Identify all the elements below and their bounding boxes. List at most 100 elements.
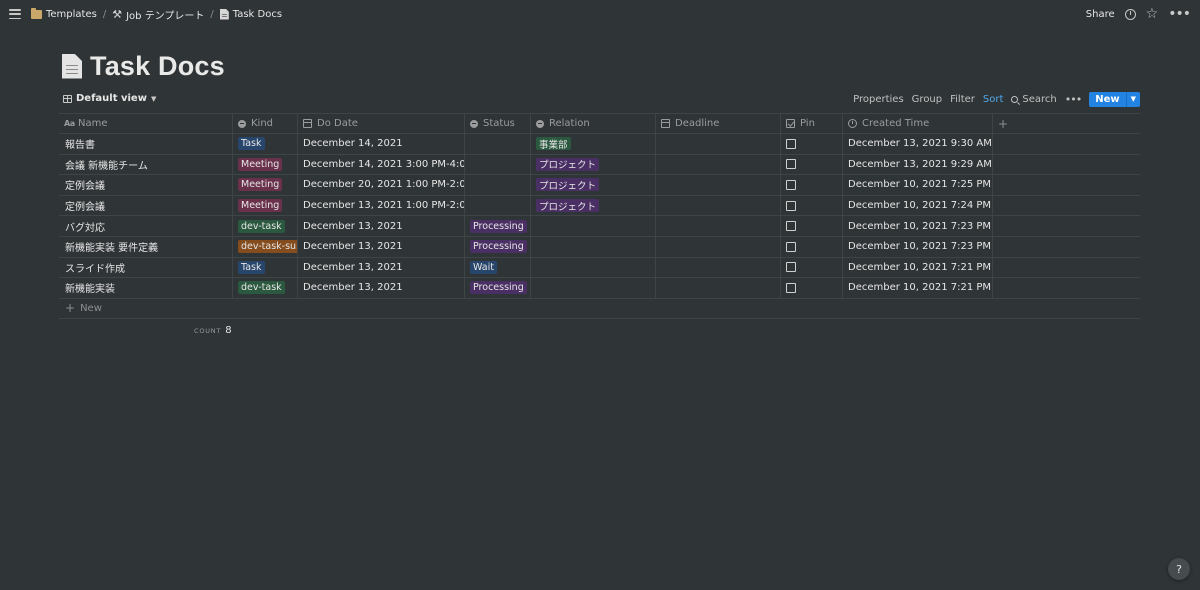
cell-status[interactable] bbox=[465, 195, 531, 216]
cell-status[interactable] bbox=[465, 175, 531, 195]
menu-icon[interactable] bbox=[9, 9, 21, 19]
cell-name[interactable]: スライド作成 bbox=[59, 257, 233, 278]
help-button[interactable]: ? bbox=[1168, 558, 1190, 580]
cell-relation[interactable]: プロジェクト bbox=[531, 154, 656, 175]
new-button-label[interactable]: New bbox=[1089, 91, 1126, 107]
share-button[interactable]: Share bbox=[1086, 9, 1115, 20]
table-row[interactable]: 会議 新機能チーム Meeting December 14, 2021 3:00 P… bbox=[59, 154, 1140, 176]
column-header-do-date[interactable]: Do Date bbox=[298, 114, 465, 133]
cell-name[interactable]: 会議 新機能チーム bbox=[59, 154, 233, 175]
count-summary[interactable]: COUNT 8 bbox=[194, 325, 232, 336]
cell-name[interactable]: バグ対応 bbox=[59, 216, 233, 236]
filter-button[interactable]: Filter bbox=[950, 94, 975, 105]
view-selector[interactable]: Default view ▼ bbox=[63, 93, 156, 104]
cell-pin[interactable] bbox=[781, 134, 843, 154]
pin-checkbox[interactable] bbox=[786, 241, 796, 252]
table-row[interactable]: 新機能実装 要件定義 dev-task-sub December 13, 2021 P… bbox=[59, 236, 1140, 258]
column-header-name[interactable]: Aa Name bbox=[59, 114, 233, 133]
cell-do-date[interactable]: December 14, 2021 bbox=[298, 134, 465, 154]
table-row[interactable]: 新機能実装 dev-task December 13, 2021 Processing… bbox=[59, 278, 1140, 299]
column-header-status[interactable]: Status bbox=[465, 114, 531, 133]
properties-button[interactable]: Properties bbox=[853, 94, 904, 105]
pin-checkbox[interactable] bbox=[786, 262, 796, 273]
pin-checkbox[interactable] bbox=[786, 159, 796, 170]
cell-name[interactable]: 報告書 bbox=[59, 134, 233, 154]
cell-name[interactable]: 新機能実装 bbox=[59, 278, 233, 298]
cell-relation[interactable]: プロジェクト bbox=[531, 175, 656, 195]
cell-deadline[interactable] bbox=[656, 134, 781, 154]
breadcrumb-job-template[interactable]: ⚒ Job テンプレート bbox=[112, 7, 204, 22]
updates-clock-icon[interactable] bbox=[1124, 8, 1136, 20]
cell-deadline[interactable] bbox=[656, 216, 781, 236]
cell-pin[interactable] bbox=[781, 175, 843, 195]
cell-pin[interactable] bbox=[781, 195, 843, 216]
cell-name[interactable]: 定例会議 bbox=[59, 195, 233, 216]
cell-pin[interactable] bbox=[781, 154, 843, 175]
cell-do-date[interactable]: December 20, 2021 1:00 PM-2:00 PM bbox=[298, 175, 465, 195]
view-more-icon[interactable]: ••• bbox=[1065, 93, 1082, 106]
cell-do-date[interactable]: December 13, 2021 bbox=[298, 278, 465, 298]
cell-deadline[interactable] bbox=[656, 154, 781, 175]
column-header-created-time[interactable]: Created Time bbox=[843, 114, 993, 133]
more-options-icon[interactable]: ••• bbox=[1168, 7, 1191, 21]
cell-do-date[interactable]: December 14, 2021 3:00 PM-4:00 PM bbox=[298, 154, 465, 175]
cell-pin[interactable] bbox=[781, 216, 843, 236]
favorite-star-icon[interactable]: ☆ bbox=[1146, 7, 1159, 21]
cell-pin[interactable] bbox=[781, 257, 843, 278]
cell-kind[interactable]: Meeting bbox=[233, 154, 298, 175]
cell-pin[interactable] bbox=[781, 236, 843, 257]
pin-checkbox[interactable] bbox=[786, 200, 796, 211]
sort-button[interactable]: Sort bbox=[983, 94, 1004, 105]
cell-relation[interactable]: プロジェクト bbox=[531, 195, 656, 216]
cell-kind[interactable]: Task bbox=[233, 134, 298, 154]
pin-checkbox[interactable] bbox=[786, 138, 796, 149]
table-row[interactable]: 定例会議 Meeting December 20, 2021 1:00 PM-2:0… bbox=[59, 175, 1140, 196]
cell-do-date[interactable]: December 13, 2021 1:00 PM-2:00 PM bbox=[298, 195, 465, 216]
column-header-kind[interactable]: Kind bbox=[233, 114, 298, 133]
cell-relation[interactable] bbox=[531, 257, 656, 278]
breadcrumb-templates[interactable]: Templates bbox=[31, 7, 97, 20]
new-button[interactable]: New ▼ bbox=[1089, 91, 1140, 107]
chevron-down-icon[interactable]: ▼ bbox=[1125, 91, 1140, 107]
cell-status[interactable]: Processing bbox=[465, 216, 531, 236]
cell-do-date[interactable]: December 13, 2021 bbox=[298, 236, 465, 257]
cell-kind[interactable]: Task bbox=[233, 257, 298, 278]
cell-relation[interactable] bbox=[531, 236, 656, 257]
pin-checkbox[interactable] bbox=[786, 179, 796, 190]
cell-status[interactable] bbox=[465, 154, 531, 175]
cell-relation[interactable]: 事業部 bbox=[531, 134, 656, 154]
search-button[interactable]: Search bbox=[1011, 94, 1057, 105]
cell-deadline[interactable] bbox=[656, 195, 781, 216]
cell-do-date[interactable]: December 13, 2021 bbox=[298, 257, 465, 278]
add-row-button[interactable]: + New bbox=[59, 299, 1140, 319]
table-row[interactable]: 定例会議 Meeting December 13, 2021 1:00 PM-2:0… bbox=[59, 195, 1140, 217]
page-icon[interactable] bbox=[62, 53, 82, 79]
pin-checkbox[interactable] bbox=[786, 221, 796, 232]
page-title[interactable]: Task Docs bbox=[90, 51, 225, 82]
cell-deadline[interactable] bbox=[656, 175, 781, 195]
table-row[interactable]: スライド作成 Task December 13, 2021 Wait December … bbox=[59, 257, 1140, 279]
cell-relation[interactable] bbox=[531, 278, 656, 298]
cell-deadline[interactable] bbox=[656, 236, 781, 257]
cell-status[interactable]: Wait bbox=[465, 257, 531, 278]
table-row[interactable]: 報告書 Task December 14, 2021 事業部 December 13, … bbox=[59, 134, 1140, 155]
cell-deadline[interactable] bbox=[656, 257, 781, 278]
cell-do-date[interactable]: December 13, 2021 bbox=[298, 216, 465, 236]
cell-status[interactable] bbox=[465, 134, 531, 154]
group-button[interactable]: Group bbox=[912, 94, 942, 105]
table-row[interactable]: バグ対応 dev-task December 13, 2021 Processing D… bbox=[59, 216, 1140, 237]
cell-pin[interactable] bbox=[781, 278, 843, 298]
cell-kind[interactable]: dev-task-sub bbox=[233, 236, 298, 257]
pin-checkbox[interactable] bbox=[786, 282, 796, 293]
cell-kind[interactable]: Meeting bbox=[233, 195, 298, 216]
cell-kind[interactable]: Meeting bbox=[233, 175, 298, 195]
cell-deadline[interactable] bbox=[656, 278, 781, 298]
cell-status[interactable]: Processing bbox=[465, 278, 531, 298]
cell-relation[interactable] bbox=[531, 216, 656, 236]
cell-kind[interactable]: dev-task bbox=[233, 278, 298, 298]
add-column-button[interactable]: + bbox=[993, 114, 1140, 133]
column-header-pin[interactable]: Pin bbox=[781, 114, 843, 133]
cell-name[interactable]: 新機能実装 要件定義 bbox=[59, 236, 233, 257]
cell-kind[interactable]: dev-task bbox=[233, 216, 298, 236]
cell-name[interactable]: 定例会議 bbox=[59, 175, 233, 195]
